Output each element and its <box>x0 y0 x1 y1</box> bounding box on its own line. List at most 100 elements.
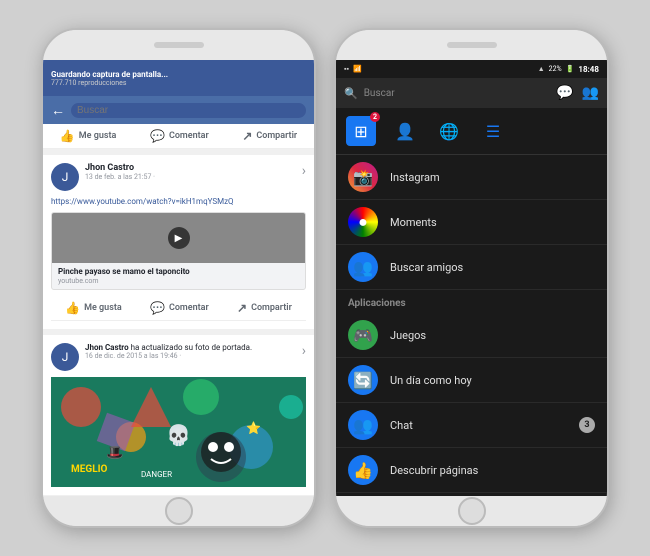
avatar-2: J <box>51 343 79 371</box>
svg-text:⭐: ⭐ <box>246 421 261 435</box>
avatar-1: J <box>51 163 79 191</box>
sim-icon: ▪▪ <box>344 65 349 73</box>
messenger-icon[interactable]: 💬 <box>556 85 573 101</box>
post-card-1: J Jhon Castro 13 de feb. a las 21:57 · ›… <box>43 155 314 329</box>
svg-text:MEGLIO: MEGLIO <box>71 464 108 475</box>
find-friends-icon: 👥 <box>348 252 378 282</box>
comment-label: Comentar <box>169 131 209 141</box>
home-button-left[interactable] <box>165 497 193 525</box>
recording-info: Guardando captura de pantalla... 777.710… <box>51 70 306 87</box>
preview-url-1: youtube.com <box>52 277 305 289</box>
chevron-right-icon-2: › <box>302 343 306 359</box>
day-label: Un día como hoy <box>390 374 595 387</box>
speaker <box>154 42 204 48</box>
right-screen: ▪▪ 📶 ▲ 22% 🔋 18:48 🔍 Buscar 💬 👥 ⊞ 2 <box>336 60 607 496</box>
people-icon[interactable]: 👥 <box>582 85 599 101</box>
post-meta-1: Jhon Castro 13 de feb. a las 21:57 · <box>85 163 296 181</box>
apps-section-header: Aplicaciones <box>336 290 607 313</box>
nav-feed-wrap: ⊞ 2 <box>346 116 376 146</box>
chat-label: Chat <box>390 419 567 432</box>
signal-icon: 📶 <box>353 65 362 73</box>
search-input[interactable] <box>71 103 306 118</box>
comment-icon: 💬 <box>150 129 165 143</box>
menu-section-1: 📸 Instagram ● Moments 👥 Buscar amigos <box>336 155 607 290</box>
status-left: ▪▪ 📶 <box>344 65 362 73</box>
back-arrow-icon[interactable]: ← <box>51 102 65 119</box>
menu-item-instagram[interactable]: 📸 Instagram <box>336 155 607 200</box>
right-phone-bottom <box>336 496 607 526</box>
like-icon: 👍 <box>60 129 75 143</box>
nav-friends-icon[interactable]: 👤 <box>390 116 420 146</box>
post-card-2: J Jhon Castro ha actualizado su foto de … <box>43 335 314 495</box>
speaker-right <box>447 42 497 48</box>
home-button-right[interactable] <box>458 497 486 525</box>
left-phone: Guardando captura de pantalla... 777.710… <box>41 28 316 528</box>
svg-text:DANGER: DANGER <box>141 470 172 479</box>
post-author-1: Jhon Castro <box>85 163 296 173</box>
like-button[interactable]: 👍 Me gusta <box>60 129 117 143</box>
menu-item-places[interactable]: 📍 Lugares cercanos <box>336 493 607 496</box>
menu-item-games[interactable]: 🎮 Juegos <box>336 313 607 358</box>
share-button[interactable]: ↗ Compartir <box>242 129 297 143</box>
svg-text:💀: 💀 <box>166 423 191 447</box>
right-phone-top <box>336 30 607 60</box>
post-author-name-2: Jhon Castro <box>85 343 129 352</box>
games-label: Juegos <box>390 329 595 342</box>
left-screen: Guardando captura de pantalla... 777.710… <box>43 60 314 496</box>
pages-label: Descubrir páginas <box>390 464 595 477</box>
like-label-2: Me gusta <box>84 303 122 313</box>
right-phone: ▪▪ 📶 ▲ 22% 🔋 18:48 🔍 Buscar 💬 👥 ⊞ 2 <box>334 28 609 528</box>
header-icons: 💬 👥 <box>556 85 599 101</box>
svg-text:🎩: 🎩 <box>106 445 123 461</box>
recording-title: Guardando captura de pantalla... <box>51 70 306 79</box>
menu-item-moments[interactable]: ● Moments <box>336 200 607 245</box>
post-action-2: ha actualizado su foto de portada. <box>131 343 253 352</box>
left-phone-bottom <box>43 496 314 526</box>
post-date-2: 16 de dic. de 2015 a las 19:46 · <box>85 352 296 360</box>
like-label: Me gusta <box>79 131 117 141</box>
like-icon-2: 👍 <box>65 301 80 315</box>
games-icon: 🎮 <box>348 320 378 350</box>
action-bar: 👍 Me gusta 💬 Comentar ↗ Compartir <box>43 124 314 149</box>
post-meta-2: Jhon Castro ha actualizado su foto de po… <box>85 343 296 360</box>
chevron-right-icon: › <box>302 163 306 179</box>
left-phone-top <box>43 30 314 60</box>
post-image-doodle: MEGLIO DANGER 💀 🎩 ⭐ <box>51 377 306 487</box>
menu-item-day[interactable]: 🔄 Un día como hoy <box>336 358 607 403</box>
moments-icon: ● <box>348 207 378 237</box>
comment-button-2[interactable]: 💬 Comentar <box>150 301 209 315</box>
chat-badge: 3 <box>579 417 595 433</box>
share-label-2: Compartir <box>251 303 292 313</box>
pages-icon: 👍 <box>348 455 378 485</box>
menu-item-chat[interactable]: 👥 Chat 3 <box>336 403 607 448</box>
nav-menu-icon[interactable]: ☰ <box>478 116 508 146</box>
preview-title-1: Pinche payaso se mamo el taponcito <box>52 263 305 277</box>
preview-thumb-1: ▶ <box>52 213 305 263</box>
chat-icon: 👥 <box>348 410 378 440</box>
post-header-2: J Jhon Castro ha actualizado su foto de … <box>51 343 306 371</box>
comment-button[interactable]: 💬 Comentar <box>150 129 209 143</box>
menu-item-find-friends[interactable]: 👥 Buscar amigos <box>336 245 607 290</box>
battery-icon: 🔋 <box>566 65 575 73</box>
share-icon: ↗ <box>242 129 252 143</box>
post-link-1[interactable]: https://www.youtube.com/watch?v=ikH1mqYS… <box>51 197 306 206</box>
post-date-1: 13 de feb. a las 21:57 · <box>85 173 296 181</box>
nav-globe-icon[interactable]: 🌐 <box>434 116 464 146</box>
share-button-2[interactable]: ↗ Compartir <box>237 301 292 315</box>
like-button-2[interactable]: 👍 Me gusta <box>65 301 122 315</box>
search-placeholder-text[interactable]: Buscar <box>364 88 395 99</box>
fb-search-bar: ← <box>43 96 314 124</box>
dark-search-bar: 🔍 Buscar 💬 👥 <box>336 78 607 108</box>
comment-icon-2: 💬 <box>150 301 165 315</box>
wifi-icon: ▲ <box>538 65 545 73</box>
time-label: 18:48 <box>578 65 599 74</box>
battery-label: 22% <box>549 65 562 73</box>
menu-item-pages[interactable]: 👍 Descubrir páginas <box>336 448 607 493</box>
status-bar: ▪▪ 📶 ▲ 22% 🔋 18:48 <box>336 60 607 78</box>
action-bar-2: 👍 Me gusta 💬 Comentar ↗ Compartir <box>51 296 306 321</box>
nav-badge: 2 <box>370 112 380 122</box>
post-author-2: Jhon Castro ha actualizado su foto de po… <box>85 343 296 352</box>
post-header-1: J Jhon Castro 13 de feb. a las 21:57 · › <box>51 163 306 191</box>
play-button[interactable]: ▶ <box>168 227 190 249</box>
post-preview-1[interactable]: ▶ Pinche payaso se mamo el taponcito you… <box>51 212 306 290</box>
